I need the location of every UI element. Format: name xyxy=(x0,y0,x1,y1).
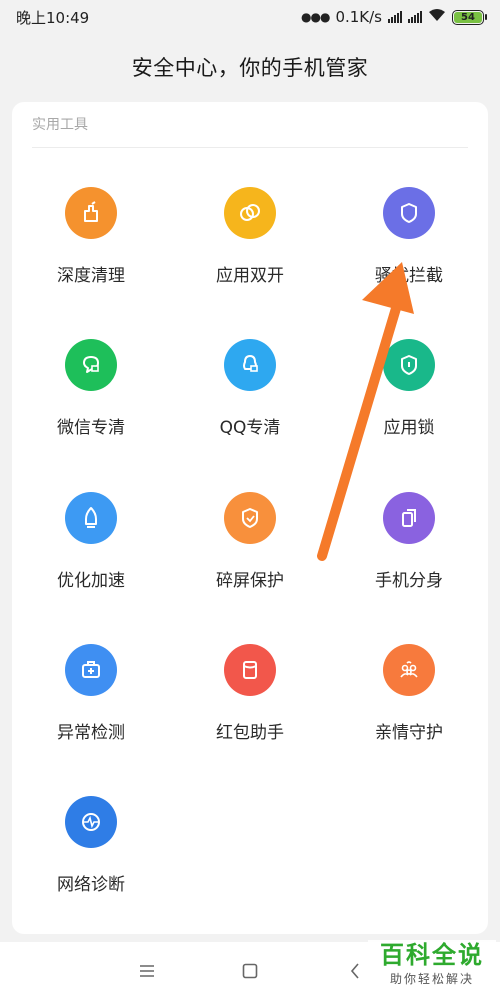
battery-level: 54 xyxy=(454,11,482,23)
signal-icon xyxy=(388,11,402,23)
shield-icon xyxy=(383,187,435,239)
status-time: 晚上10:49 xyxy=(16,8,90,27)
tool-label: 应用锁 xyxy=(383,418,435,438)
network-speed: 0.1K/s xyxy=(335,8,382,26)
back-icon[interactable] xyxy=(340,960,370,982)
tool-app-lock[interactable]: 应用锁 xyxy=(330,339,488,459)
tool-label: 手机分身 xyxy=(375,571,443,591)
tool-label: 骚扰拦截 xyxy=(375,266,443,286)
tool-deep-clean[interactable]: 深度清理 xyxy=(12,187,170,307)
tool-optimize[interactable]: 优化加速 xyxy=(12,492,170,612)
tool-label: 微信专清 xyxy=(57,418,125,438)
wifi-icon xyxy=(428,8,446,26)
section-header: 实用工具 xyxy=(32,117,88,133)
page-title: 安全中心，你的手机管家 xyxy=(131,56,369,80)
tool-label: 异常检测 xyxy=(57,723,125,743)
signal-icon-2 xyxy=(408,11,422,23)
rocket-icon xyxy=(65,492,117,544)
red-envelope-icon xyxy=(224,644,276,696)
tool-qq-clean[interactable]: QQ专清 xyxy=(171,339,329,459)
divider xyxy=(32,147,468,148)
tool-label: 优化加速 xyxy=(57,571,125,591)
battery-icon: 54 xyxy=(452,9,487,25)
dots-icon: ●●● xyxy=(301,10,330,24)
tool-anomaly-detect[interactable]: 异常检测 xyxy=(12,644,170,764)
qq-clean-icon xyxy=(224,339,276,391)
tools-card: 实用工具 深度清理 应用双开 骚扰拦截 微信专清 QQ专清 应用锁 优化加速 碎… xyxy=(12,102,488,934)
tool-label: 亲情守护 xyxy=(375,723,443,743)
phone-clone-icon xyxy=(383,492,435,544)
tool-label: 网络诊断 xyxy=(57,875,125,895)
watermark-title: 百科全说 xyxy=(380,941,484,969)
watermark: 百科全说 助你轻松解决 xyxy=(368,940,496,996)
tool-label: 应用双开 xyxy=(216,266,284,286)
watermark-subtitle: 助你轻松解决 xyxy=(389,972,474,986)
screen-shield-icon xyxy=(224,492,276,544)
tool-label: QQ专清 xyxy=(219,418,281,438)
tool-red-envelope[interactable]: 红包助手 xyxy=(171,644,329,764)
tool-dual-apps[interactable]: 应用双开 xyxy=(171,187,329,307)
tool-screen-protect[interactable]: 碎屏保护 xyxy=(171,492,329,612)
medkit-icon xyxy=(65,644,117,696)
menu-icon[interactable] xyxy=(132,960,162,982)
dual-circles-icon xyxy=(224,187,276,239)
tool-harass-block[interactable]: 骚扰拦截 xyxy=(330,187,488,307)
lock-shield-icon xyxy=(383,339,435,391)
network-pulse-icon xyxy=(65,796,117,848)
tool-family-guard[interactable]: 亲情守护 xyxy=(330,644,488,764)
tool-wechat-clean[interactable]: 微信专清 xyxy=(12,339,170,459)
tool-label: 碎屏保护 xyxy=(216,571,284,591)
status-icons: ●●● 0.1K/s 54 xyxy=(301,8,487,26)
family-icon xyxy=(383,644,435,696)
wechat-clean-icon xyxy=(65,339,117,391)
tool-label: 红包助手 xyxy=(216,723,284,743)
tool-label: 深度清理 xyxy=(57,266,125,286)
tool-network-diagnose[interactable]: 网络诊断 xyxy=(12,796,170,916)
tool-phone-clone[interactable]: 手机分身 xyxy=(330,492,488,612)
broom-icon xyxy=(65,187,117,239)
home-icon[interactable] xyxy=(235,960,265,982)
status-bar: 晚上10:49 ●●● 0.1K/s 54 xyxy=(0,0,500,34)
